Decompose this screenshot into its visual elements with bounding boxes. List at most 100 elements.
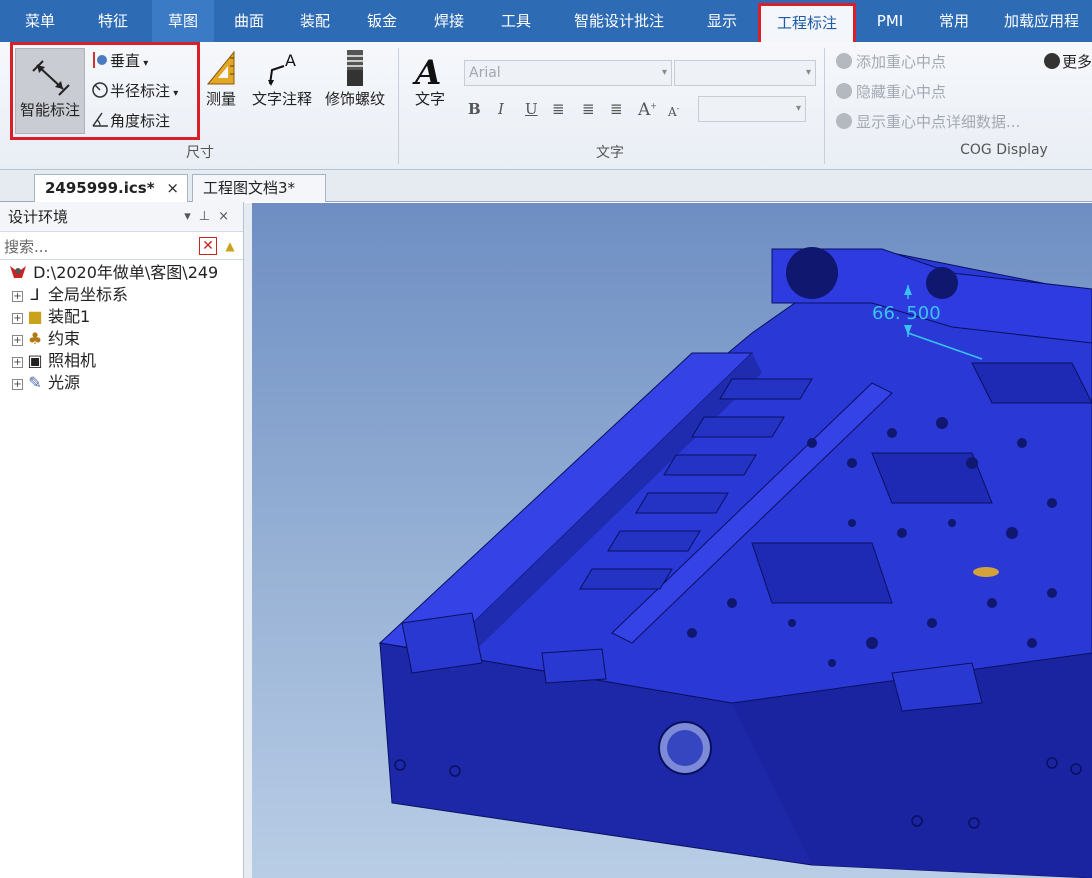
text-note-label: 文字注释	[251, 90, 312, 108]
grow-font-icon[interactable]: A+	[638, 100, 657, 120]
ruler-triangle-icon	[206, 50, 235, 85]
more-label: 更多	[1062, 53, 1092, 71]
scene-tree: D:\2020年做单\客图\249 + ⅃ 全局坐标系 + ■ 装配1 + ♣ 约束 + ▣ 照…	[0, 262, 243, 394]
tree-search-input[interactable]: 搜索... ✕ ▲	[0, 234, 243, 260]
tree-item-light[interactable]: + ✎ 光源	[0, 372, 243, 394]
svg-text:A: A	[285, 51, 296, 70]
camera-icon: ▣	[27, 351, 43, 370]
pin-icon[interactable]: ⊥	[199, 209, 218, 224]
font-family-value: Arial	[469, 65, 501, 81]
svg-text:A: A	[412, 53, 441, 88]
search-placeholder: 搜索...	[4, 238, 49, 256]
tree-item-label: 装配1	[48, 307, 91, 326]
light-source-icon: ✎	[28, 373, 42, 392]
cog-display-group-label: COG Display	[960, 142, 1048, 158]
show-cog-details-button[interactable]: 显示重心中点详细数据...	[836, 109, 1020, 135]
expand-icon[interactable]: +	[12, 335, 23, 346]
show-cog-details-label: 显示重心中点详细数据...	[856, 113, 1021, 131]
document-tab-bar: 2495999.ics* × 工程图文档3*	[0, 170, 1092, 202]
align-right-icon[interactable]: ≣	[610, 100, 623, 118]
shrink-font-icon[interactable]: A-	[668, 104, 679, 119]
tab-menu[interactable]: 菜单	[10, 0, 70, 42]
text-label: 文字	[414, 90, 445, 108]
mold-plate-model: 66. 500	[378, 247, 1092, 878]
add-cog-button[interactable]: 添加重心中点	[836, 49, 946, 75]
tree-item-constraints[interactable]: + ♣ 约束	[0, 328, 243, 350]
bold-icon[interactable]: B	[468, 100, 481, 118]
document-tab-label: 2495999.ics*	[45, 179, 155, 197]
expand-icon[interactable]: +	[12, 357, 23, 368]
tree-item-assembly[interactable]: + ■ 装配1	[0, 306, 243, 328]
tree-item-global-coords[interactable]: + ⅃ 全局坐标系	[0, 284, 243, 306]
tab-surface[interactable]: 曲面	[220, 0, 278, 42]
tree-root[interactable]: D:\2020年做单\客图\249	[0, 262, 243, 284]
text-a-icon: A	[412, 53, 441, 88]
dropdown-arrow-icon: ▾	[805, 67, 811, 78]
tab-assembly[interactable]: 装配	[284, 0, 346, 42]
ribbon-separator	[398, 48, 399, 164]
text-note-button[interactable]: A 文字注释	[246, 48, 318, 109]
more-button[interactable]: 更多	[1044, 49, 1092, 75]
document-tab-active[interactable]: 2495999.ics* ×	[34, 174, 188, 202]
tab-pmi[interactable]: PMI	[862, 0, 918, 42]
panel-controls[interactable]: ▾⊥×	[184, 202, 237, 232]
3d-viewport[interactable]: 66. 500	[252, 203, 1092, 878]
font-size-select[interactable]: ▾	[674, 60, 816, 86]
ribbon-separator	[824, 48, 825, 164]
tab-display[interactable]: 显示	[692, 0, 752, 42]
italic-icon[interactable]: I	[498, 100, 504, 118]
dropdown-arrow-icon[interactable]: ▾	[184, 209, 199, 224]
text-button[interactable]: A 文字	[410, 52, 450, 109]
expand-icon[interactable]: +	[12, 291, 23, 302]
ribbon: 智能标注 垂直 ▾ 半径标注 ▾ 角度标注 尺寸 测量 A 文字注释 修饰螺纹 …	[0, 42, 1092, 170]
cog-add-icon	[836, 53, 852, 69]
document-tab-label: 工程图文档3*	[203, 179, 296, 197]
coordinate-system-icon: ⅃	[30, 285, 40, 304]
tab-load-application[interactable]: 加载应用程	[994, 0, 1092, 42]
text-style-select[interactable]: ▾	[698, 96, 806, 122]
globe-icon	[1044, 53, 1060, 69]
font-family-select[interactable]: Arial ▾	[464, 60, 672, 86]
expand-icon[interactable]: +	[12, 313, 23, 324]
filter-icon[interactable]: ▲	[221, 237, 239, 255]
dimension-group-label: 尺寸	[186, 145, 214, 161]
tab-feature[interactable]: 特征	[78, 0, 148, 42]
tree-item-label: 约束	[48, 329, 81, 348]
document-tab[interactable]: 工程图文档3*	[192, 174, 326, 202]
align-center-icon[interactable]: ≣	[582, 100, 595, 118]
panel-splitter[interactable]	[244, 203, 252, 878]
close-icon[interactable]: ×	[166, 175, 179, 201]
tab-welding[interactable]: 焊接	[418, 0, 480, 42]
tree-item-label: 照相机	[48, 351, 97, 370]
hide-cog-label: 隐藏重心中点	[856, 83, 947, 101]
dimension-highlight-box	[10, 42, 200, 140]
thread-label: 修饰螺纹	[324, 90, 385, 108]
tree-root-label: D:\2020年做单\客图\249	[33, 263, 219, 282]
assembly-icon: ■	[27, 307, 43, 326]
dropdown-arrow-icon: ▾	[661, 67, 667, 78]
text-group-label: 文字	[596, 145, 624, 161]
clear-search-icon[interactable]: ✕	[199, 237, 217, 255]
tab-common[interactable]: 常用	[924, 0, 984, 42]
cog-hide-icon	[836, 83, 852, 99]
measure-button[interactable]: 测量	[202, 48, 240, 109]
tab-smart-design-annotation[interactable]: 智能设计批注	[556, 0, 682, 42]
hide-cog-button[interactable]: 隐藏重心中点	[836, 79, 946, 105]
close-icon[interactable]: ×	[218, 209, 237, 224]
dropdown-arrow-icon: ▾	[795, 103, 801, 114]
assembly-root-icon	[10, 266, 26, 278]
tab-tools[interactable]: 工具	[486, 0, 546, 42]
tab-sheetmetal[interactable]: 钣金	[352, 0, 412, 42]
tree-item-label: 全局坐标系	[48, 285, 129, 304]
align-left-icon[interactable]: ≣	[552, 100, 565, 118]
tab-engineering-annotation[interactable]: 工程标注	[758, 3, 856, 42]
thread-button[interactable]: 修饰螺纹	[320, 48, 390, 109]
tree-item-camera[interactable]: + ▣ 照相机	[0, 350, 243, 372]
tab-sketch[interactable]: 草图	[152, 0, 214, 42]
measure-label: 测量	[205, 90, 236, 108]
expand-icon[interactable]: +	[12, 379, 23, 390]
cosmetic-thread-icon	[347, 50, 363, 86]
dimension-value-text[interactable]: 66. 500	[872, 303, 941, 324]
underline-icon[interactable]: U	[525, 100, 538, 118]
panel-title: 设计环境	[8, 208, 69, 226]
